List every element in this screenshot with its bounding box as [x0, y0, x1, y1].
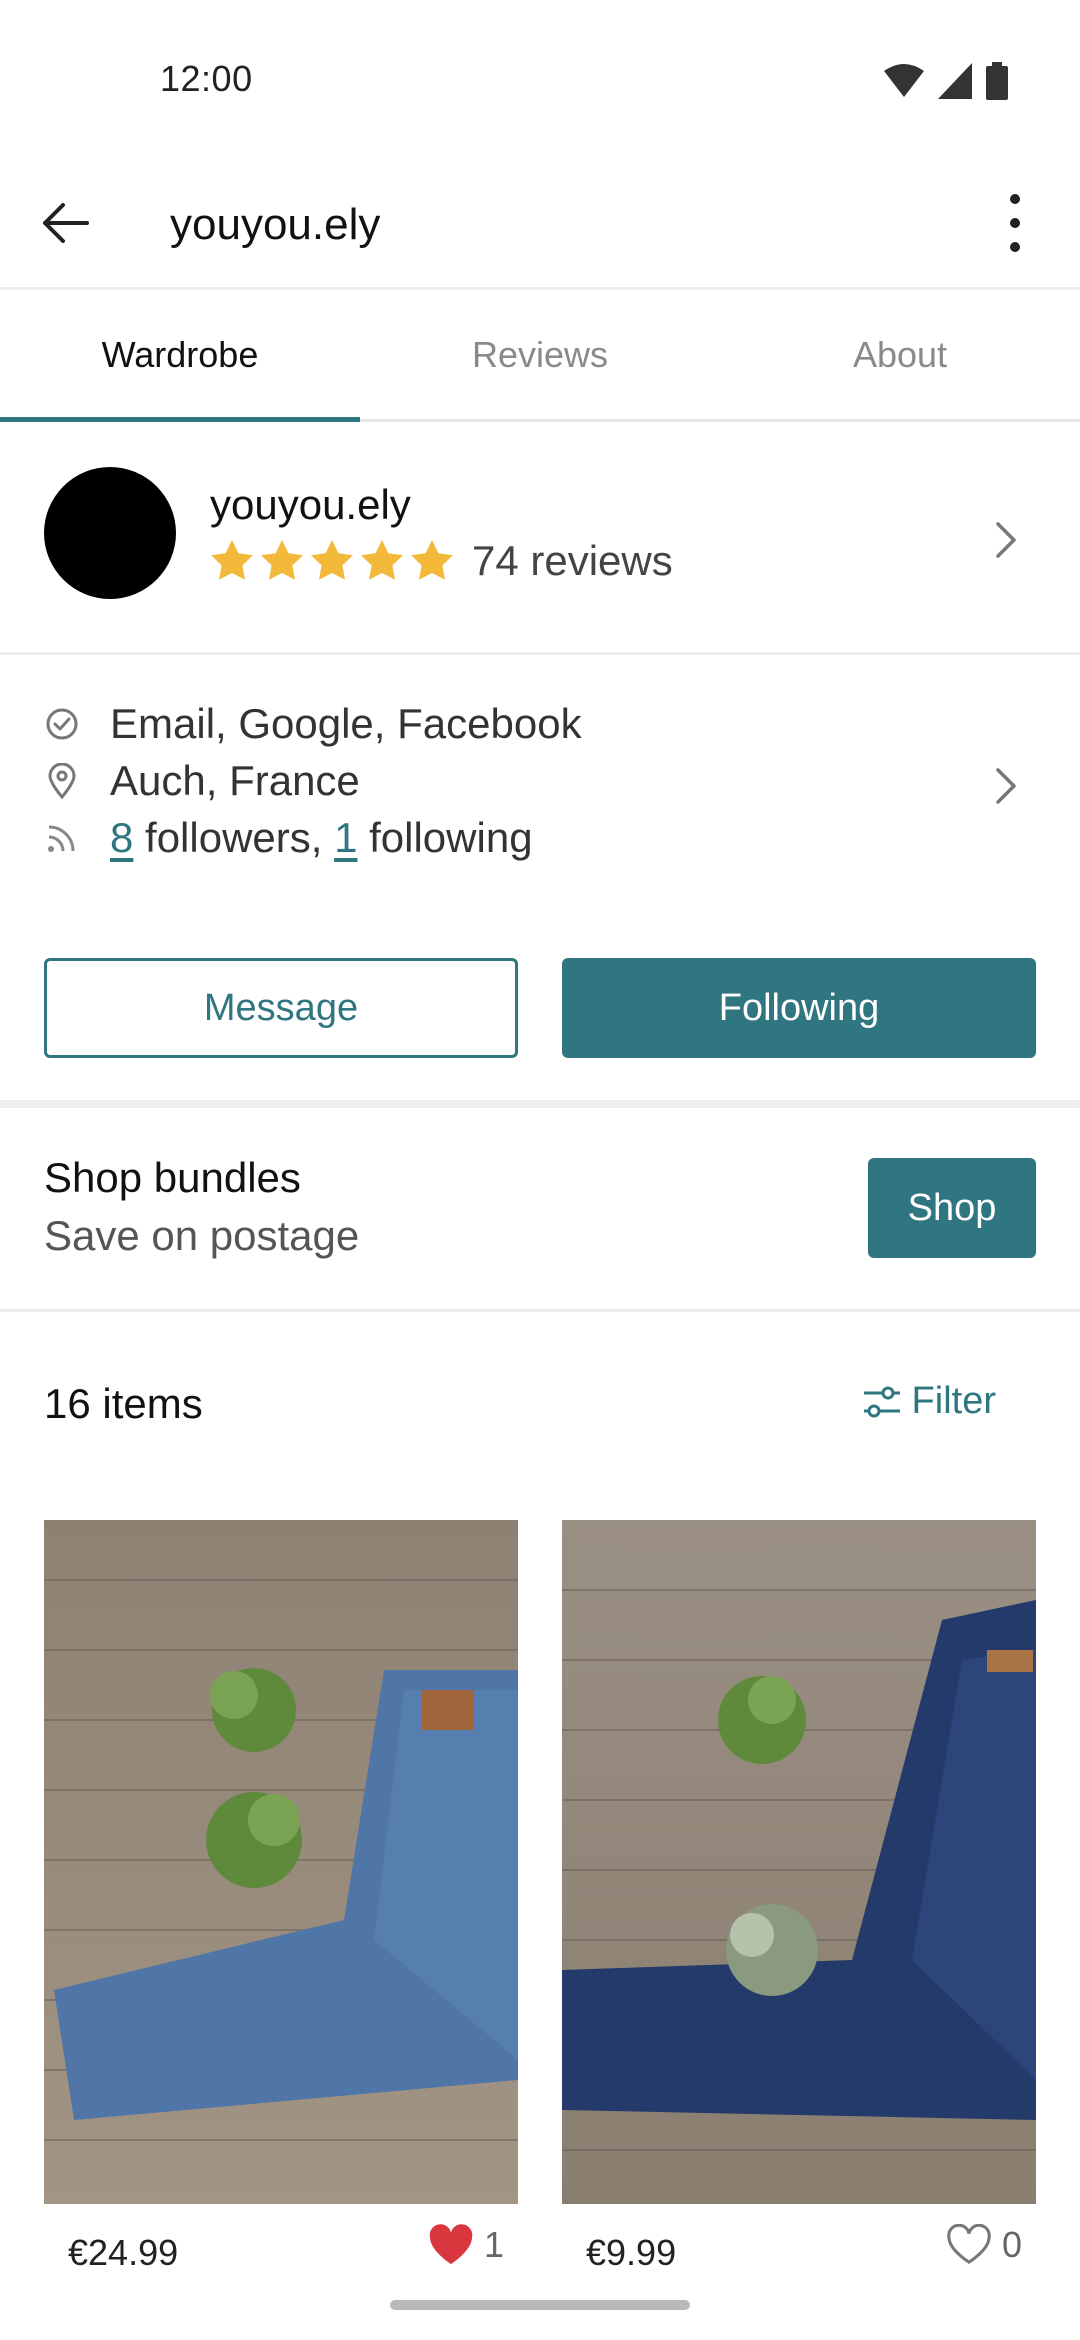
profile-summary[interactable]: youyou.ely 74 reviews — [0, 425, 1080, 655]
tab-reviews[interactable]: Reviews — [360, 290, 720, 419]
location-text: Auch, France — [110, 757, 360, 804]
star-icon — [211, 540, 253, 580]
status-icons — [884, 62, 1008, 100]
rss-feed-icon — [44, 820, 80, 856]
tab-about[interactable]: About — [720, 290, 1080, 419]
chevron-right-icon — [996, 522, 1016, 558]
location-pin-icon — [44, 763, 80, 799]
verified-text: Email, Google, Facebook — [110, 700, 582, 747]
star-icon — [361, 540, 403, 580]
followers-row: 8 followers, 1 following — [44, 814, 533, 862]
followers-link[interactable]: 8 — [110, 814, 133, 862]
app-bar: youyou.ely — [0, 160, 1080, 290]
like-count: 0 — [1001, 2224, 1022, 2265]
more-dot-icon — [1010, 218, 1020, 228]
filter-label: Filter — [911, 1380, 996, 1422]
home-indicator[interactable] — [390, 2300, 690, 2310]
verified-check-icon — [44, 706, 80, 742]
battery-icon — [986, 62, 1008, 100]
tab-wardrobe[interactable]: Wardrobe — [0, 290, 360, 422]
product-image-jeans[interactable] — [44, 1520, 518, 2204]
heart-outline-icon — [947, 2224, 991, 2264]
star-icon — [311, 540, 353, 580]
verified-row: Email, Google, Facebook — [44, 700, 582, 748]
filter-button[interactable]: Filter — [862, 1380, 996, 1423]
avatar — [44, 467, 176, 599]
following-link[interactable]: 1 — [334, 814, 357, 862]
status-time: 12:00 — [160, 58, 253, 99]
items-count: 16 items — [44, 1380, 203, 1427]
shop-bundles-button[interactable]: Shop — [868, 1158, 1036, 1258]
status-bar: 12:00 — [0, 0, 1080, 160]
following-button[interactable]: Following — [562, 958, 1036, 1058]
star-icon — [261, 540, 303, 580]
profile-tabs: Wardrobe Reviews About — [0, 290, 1080, 422]
page-title: youyou.ely — [170, 200, 381, 249]
message-button[interactable]: Message — [44, 958, 518, 1058]
rating-stars — [208, 537, 456, 585]
bundles-title: Shop bundles — [44, 1154, 301, 1201]
cellular-signal-icon — [938, 63, 972, 99]
bundles-subtitle: Save on postage — [44, 1212, 360, 1259]
shop-bundles-banner: Shop bundles Save on postage Shop — [0, 1108, 1080, 1312]
section-divider — [0, 1100, 1080, 1108]
filter-sliders-icon — [863, 1386, 900, 1417]
wifi-icon — [884, 64, 924, 97]
like-button[interactable]: 0 — [946, 2224, 1022, 2266]
more-dot-icon — [1010, 194, 1020, 204]
like-button[interactable]: 1 — [428, 2224, 504, 2266]
arrow-back-icon — [43, 203, 89, 243]
profile-username: youyou.ely — [210, 481, 411, 528]
following-label: following — [357, 814, 533, 861]
star-icon — [411, 540, 453, 580]
profile-details[interactable]: Email, Google, Facebook Auch, France 8 f… — [0, 660, 1080, 900]
more-options-button[interactable] — [980, 185, 1050, 261]
heart-filled-icon — [429, 2224, 473, 2265]
more-dot-icon — [1010, 242, 1020, 252]
location-row: Auch, France — [44, 757, 360, 805]
chevron-right-icon — [996, 768, 1016, 804]
product-card[interactable]: €9.99 0 — [562, 1520, 1036, 2273]
product-price: €24.99 — [68, 2232, 179, 2273]
product-price: €9.99 — [586, 2232, 677, 2273]
product-image-jeans[interactable] — [562, 1520, 1036, 2204]
reviews-count: 74 reviews — [472, 537, 673, 584]
followers-label: followers, — [133, 814, 335, 861]
back-button[interactable] — [30, 188, 100, 258]
product-card[interactable]: €24.99 1 — [44, 1520, 518, 2273]
like-count: 1 — [483, 2224, 504, 2265]
